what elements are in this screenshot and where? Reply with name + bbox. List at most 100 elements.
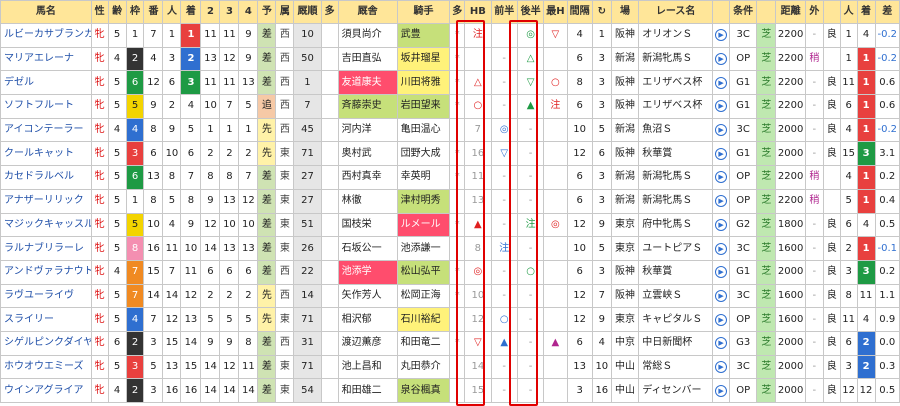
race-name-cell[interactable]: 新潟牝馬Ｓ — [638, 165, 714, 190]
header-popularity[interactable]: 人 — [162, 0, 182, 24]
table-row[interactable]: ラヴユーライヴ牝 5 7 14 14 12 2 2 2 先西 14 矢作芳人 松岡正海 * 10- -12 7 阪… — [0, 283, 900, 309]
race-name-cell[interactable]: 立雲峡Ｓ — [638, 283, 714, 309]
play-info-icon[interactable]: ▶ — [715, 100, 728, 113]
header-track[interactable] — [822, 0, 841, 24]
header-corner4[interactable]: 4 — [238, 0, 259, 24]
horse-name-cell[interactable]: カセドラルベル — [0, 165, 92, 190]
horse-name-cell[interactable]: ウインアグライア — [0, 378, 92, 403]
race-info-cell[interactable]: ▶ — [712, 46, 730, 72]
race-info-cell[interactable]: ▶ — [712, 330, 730, 356]
race-name-cell[interactable]: 秋華賞 — [638, 259, 714, 285]
race-info-cell[interactable]: ▶ — [712, 212, 730, 238]
header-condition[interactable]: 条件 — [728, 0, 758, 24]
header-stable-rank[interactable]: 厩順 — [293, 0, 322, 24]
jockey-cell[interactable]: 幸英明 — [396, 165, 451, 190]
header-first-half[interactable]: 前半 — [490, 0, 518, 24]
play-info-icon[interactable]: ▶ — [715, 147, 728, 160]
header-distance[interactable]: 距離 — [775, 0, 806, 24]
play-info-icon[interactable]: ▶ — [715, 289, 728, 302]
jockey-cell[interactable]: 泉谷楓真 — [396, 378, 451, 403]
header-affiliation[interactable]: 属 — [275, 0, 295, 24]
table-row[interactable]: マジックキャッスル牝 5 5 10 4 9 12 10 10 差東 51 国枝栄 ルメール * ▲ - 注 ◎ 12… — [0, 212, 900, 238]
race-name-cell[interactable]: エリザベス杯 — [638, 70, 714, 96]
table-row[interactable]: マリアエレーナ牝 4 2 4 3 2 13 12 9 差西 50 吉田直弘 坂井瑠星 * - △ 6 3 新潟 新潟牝… — [0, 46, 900, 72]
jockey-cell[interactable]: 津村明秀 — [396, 188, 451, 214]
table-row[interactable]: ホウオウエミーズ牝 5 3 5 13 15 14 12 11 差東 71 池上昌和 丸田恭介 14- -13… — [0, 354, 900, 380]
jockey-cell[interactable]: 石川裕紀 — [396, 307, 451, 332]
jockey-cell[interactable]: 松山弘平 — [396, 259, 451, 285]
race-name-cell[interactable]: 魚沼Ｓ — [638, 117, 714, 143]
horse-name-cell[interactable]: アンドヴァラナウト — [0, 259, 92, 285]
horse-name-cell[interactable]: アイコンテーラー — [0, 117, 92, 143]
race-info-cell[interactable]: ▶ — [712, 378, 730, 403]
table-row[interactable]: クールキャット牝 5 3 6 10 6 2 2 2 先東 71 奥村武 団野大成 * 16 ▽ -12 6 阪神 秋華… — [0, 141, 900, 167]
header-horse-name[interactable]: 馬名 — [0, 0, 92, 24]
header-corner3[interactable]: 3 — [219, 0, 240, 24]
play-info-icon[interactable]: ▶ — [715, 360, 728, 373]
play-info-icon[interactable]: ▶ — [715, 242, 728, 255]
jockey-cell[interactable]: 岩田望来 — [396, 94, 451, 119]
header-cond-extra[interactable] — [756, 0, 777, 24]
table-row[interactable]: アンドヴァラナウト牝 4 7 15 7 11 6 6 6 差西 22 池添学 松山弘平 * ◎ - ○ 6 3 阪神秋… — [0, 259, 900, 285]
race-name-cell[interactable]: キャピタルＳ — [638, 307, 714, 332]
header-outside[interactable]: 外 — [804, 0, 824, 24]
header-umaban[interactable]: 番 — [143, 0, 164, 24]
race-info-cell[interactable]: ▶ — [712, 23, 730, 48]
race-name-cell[interactable]: 府中牝馬Ｓ — [638, 212, 714, 238]
table-row[interactable]: ウインアグライア牝 4 2 3 16 16 14 14 14 差東 54 和田雄二 泉谷楓真 15- -3 1… — [0, 378, 900, 403]
play-info-icon[interactable]: ▶ — [715, 337, 728, 350]
header-prediction[interactable]: 予 — [257, 0, 277, 24]
race-info-cell[interactable]: ▶ — [712, 94, 730, 119]
race-info-cell[interactable]: ▶ — [712, 283, 730, 309]
race-name-cell[interactable]: 新潟牝馬Ｓ — [638, 188, 714, 214]
horse-name-cell[interactable]: アナザーリリック — [0, 188, 92, 214]
horse-name-cell[interactable]: ルビーカサブランカ — [0, 23, 92, 48]
race-info-cell[interactable]: ▶ — [712, 70, 730, 96]
header-max-h[interactable]: 最H — [543, 0, 568, 24]
play-info-icon[interactable]: ▶ — [715, 53, 728, 66]
table-row[interactable]: ルビーカサブランカ牝 5 1 7 1 1 11 11 9 差西 10 須貝尚介 武豊 * 注 ◎ ▽ 4 1 阪神 オリ… — [0, 23, 900, 48]
header-second-half[interactable]: 後半 — [516, 0, 545, 24]
horse-name-cell[interactable]: シゲルピンクダイヤ — [0, 330, 92, 356]
jockey-cell[interactable]: 池添謙一 — [396, 236, 451, 261]
table-row[interactable]: アナザーリリック牝 5 1 8 5 8 9 13 12 差東 27 林徹 津村明秀 13- -6 3 新潟 新潟牝… — [0, 188, 900, 214]
horse-name-cell[interactable]: デゼル — [0, 70, 92, 96]
jockey-cell[interactable]: 武豊 — [396, 23, 451, 48]
header-jockey[interactable]: 騎手 — [396, 0, 451, 24]
horse-name-cell[interactable]: スライリー — [0, 307, 92, 332]
race-info-cell[interactable]: ▶ — [712, 117, 730, 143]
table-row[interactable]: カセドラルベル牝 5 6 13 8 7 8 8 7 差東 27 西村真幸 幸英明 * 11- -6 3 新潟 新潟牝… — [0, 165, 900, 190]
header-rotation[interactable]: ↻ — [591, 0, 612, 24]
jockey-cell[interactable]: 川田将雅 — [396, 70, 451, 96]
race-info-cell[interactable]: ▶ — [712, 236, 730, 261]
horse-name-cell[interactable]: ホウオウエミーズ — [0, 354, 92, 380]
play-info-icon[interactable]: ▶ — [715, 384, 728, 397]
header-multi[interactable]: 多 — [320, 0, 339, 24]
play-info-icon[interactable]: ▶ — [715, 195, 728, 208]
race-info-cell[interactable]: ▶ — [712, 188, 730, 214]
header-waku[interactable]: 枠 — [125, 0, 145, 24]
play-info-icon[interactable]: ▶ — [715, 313, 728, 326]
race-name-cell[interactable]: 中日新聞杯 — [638, 330, 714, 356]
header-finish[interactable]: 着 — [180, 0, 202, 24]
play-info-icon[interactable]: ▶ — [715, 29, 728, 42]
race-name-cell[interactable]: ディセンバー — [638, 378, 714, 403]
race-name-cell[interactable]: 秋華賞 — [638, 141, 714, 167]
horse-name-cell[interactable]: ソフトフルート — [0, 94, 92, 119]
table-row[interactable]: スライリー牝 5 4 7 12 13 5 5 5 先東 71 相沢郁 石川裕紀 12 ○ -12 9 東京 キャピタ… — [0, 307, 900, 332]
header-interval[interactable]: 間隔 — [566, 0, 593, 24]
race-name-cell[interactable]: オリオンＳ — [638, 23, 714, 48]
jockey-cell[interactable]: 丸田恭介 — [396, 354, 451, 380]
play-info-icon[interactable]: ▶ — [715, 76, 728, 89]
header-race-name[interactable]: レース名 — [638, 0, 714, 24]
race-info-cell[interactable]: ▶ — [712, 307, 730, 332]
race-info-cell[interactable]: ▶ — [712, 354, 730, 380]
play-info-icon[interactable]: ▶ — [715, 171, 728, 184]
horse-name-cell[interactable]: クールキャット — [0, 141, 92, 167]
race-name-cell[interactable]: エリザベス杯 — [638, 94, 714, 119]
jockey-cell[interactable]: 亀田温心 — [396, 117, 451, 143]
table-row[interactable]: ソフトフルート牝 5 5 9 2 4 10 7 5 追西 7 斉藤崇史 岩田望来 * ○ - ▲ 注 6 3 阪神 エリザ… — [0, 94, 900, 119]
header-course[interactable]: 場 — [610, 0, 640, 24]
race-name-cell[interactable]: ユートピアＳ — [638, 236, 714, 261]
table-row[interactable]: シゲルピンクダイヤ牝 6 2 3 15 14 9 9 8 差西 31 渡辺薫彦 和田竜二 * ▽ ▲ - ▲ 6 4 中… — [0, 330, 900, 356]
